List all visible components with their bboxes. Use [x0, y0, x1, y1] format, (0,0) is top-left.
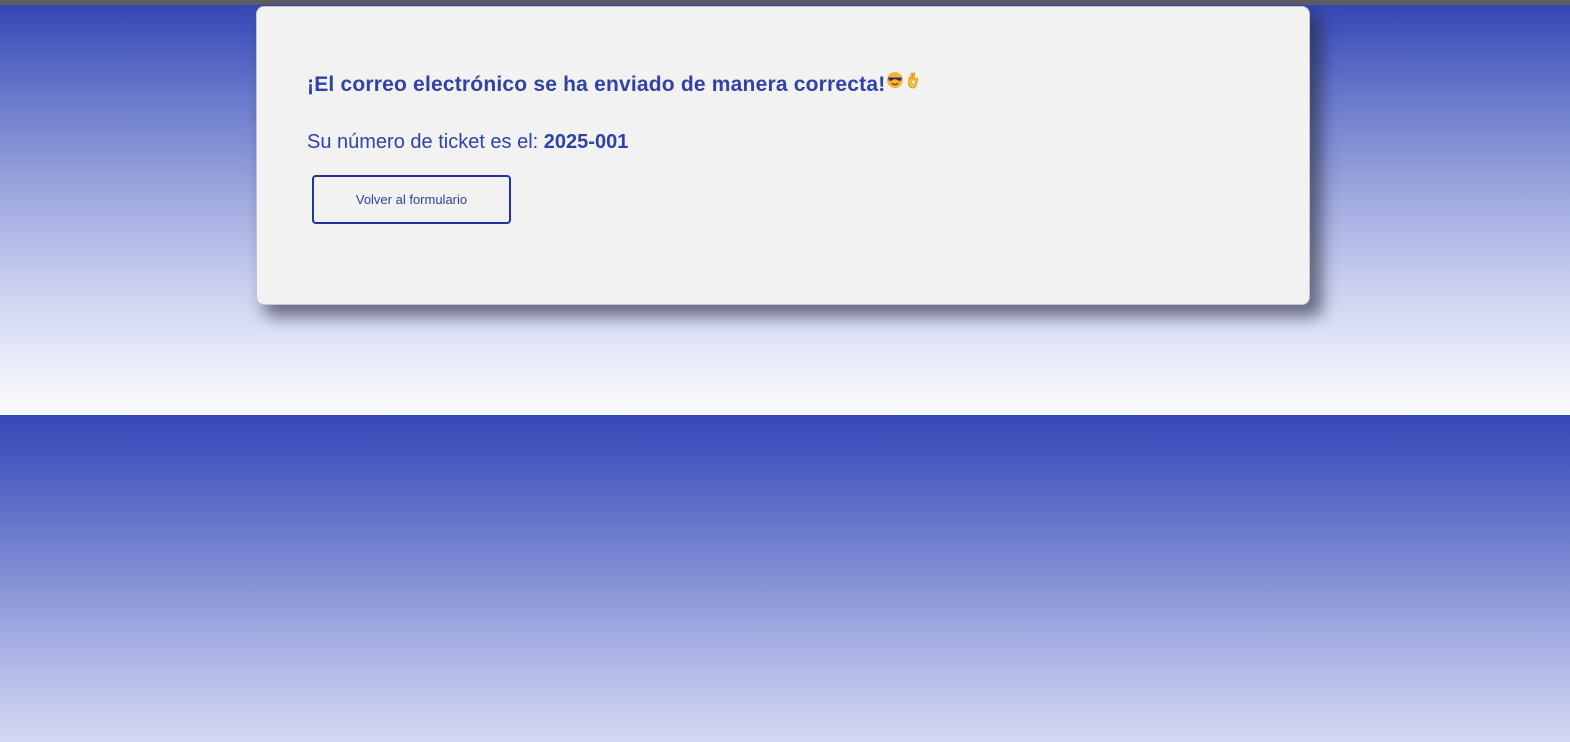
- confirmation-title-text: ¡El correo electrónico se ha enviado de …: [307, 73, 886, 96]
- back-to-form-button[interactable]: Volver al formulario: [312, 175, 511, 224]
- ticket-label: Su número de ticket es el:: [307, 131, 544, 153]
- confirmation-title: ¡El correo electrónico se ha enviado de …: [307, 71, 921, 97]
- ticket-number: 2025-001: [543, 131, 629, 153]
- page: ¡El correo electrónico se ha enviado de …: [0, 0, 1570, 742]
- sunglasses-face-icon: [886, 71, 904, 95]
- ok-hand-icon: [905, 71, 921, 95]
- confirmation-card: ¡El correo electrónico se ha enviado de …: [256, 6, 1310, 305]
- background-gradient-lower: [0, 415, 1570, 742]
- ticket-line: Su número de ticket es el: 2025-001: [307, 131, 628, 154]
